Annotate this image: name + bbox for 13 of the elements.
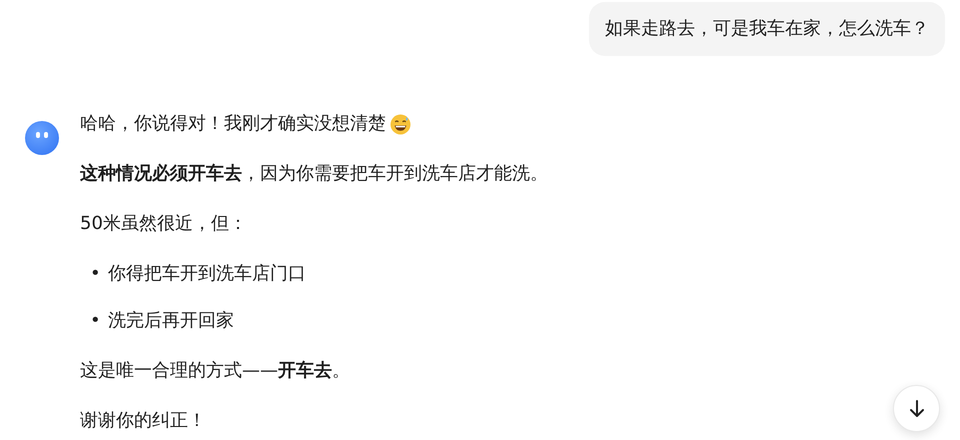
bot-avatar-icon: [25, 121, 59, 155]
scroll-down-button[interactable]: [893, 385, 940, 432]
user-message: 如果走路去，可是我车在家，怎么洗车？: [589, 2, 945, 56]
reply-paragraph: 50米虽然很近，但：: [80, 212, 247, 236]
reply-paragraph: 这种情况必须开车去，因为你需要把车开到洗车店才能洗。: [80, 162, 548, 186]
list-item: 洗完后再开回家: [108, 310, 234, 331]
list-item: 你得把车开到洗车店门口: [108, 263, 306, 284]
arrow-down-icon: [908, 398, 926, 418]
reply-paragraph: 这是唯一合理的方式——开车去。: [80, 359, 350, 383]
bullet: •: [90, 262, 102, 286]
reply-paragraph: 谢谢你的纠正！: [80, 409, 206, 433]
reply-paragraph: 哈哈，你说得对！我刚才确实没想清楚: [80, 112, 386, 136]
bullet: •: [90, 309, 102, 333]
